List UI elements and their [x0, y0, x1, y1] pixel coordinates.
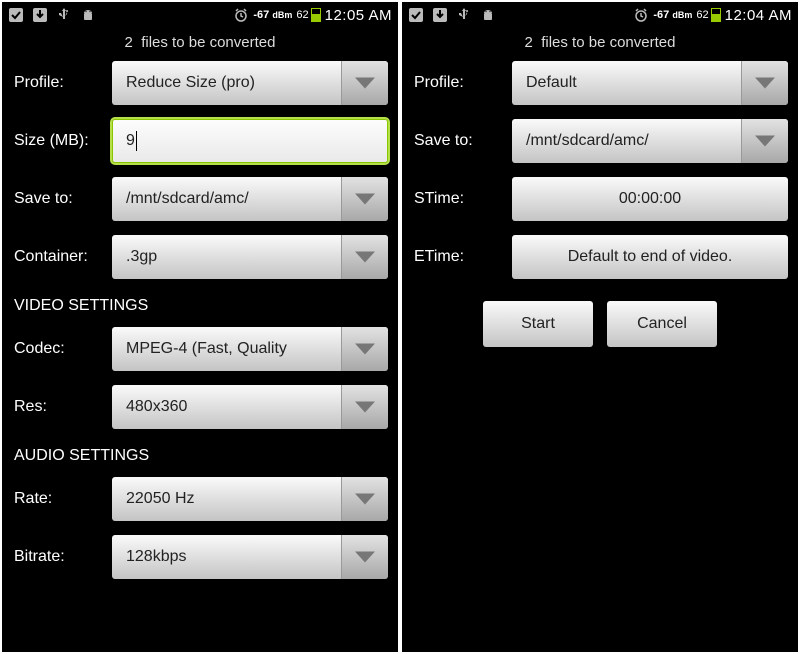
- codec-select[interactable]: MPEG-4 (Fast, Quality: [112, 327, 388, 371]
- check-icon: [408, 7, 424, 23]
- android-icon: [80, 7, 96, 23]
- chevron-down-icon: [355, 402, 375, 413]
- chevron-down-icon: [355, 78, 375, 89]
- profile-label: Profile:: [12, 74, 112, 92]
- audio-settings-header: AUDIO SETTINGS: [12, 443, 388, 477]
- rate-select[interactable]: 22050 Hz: [112, 477, 388, 521]
- file-count-header: 2 files to be converted: [2, 28, 398, 61]
- start-button[interactable]: Start: [483, 301, 593, 347]
- rate-label: Rate:: [12, 490, 112, 508]
- chevron-down-icon: [755, 78, 775, 89]
- size-label: Size (MB):: [12, 132, 112, 150]
- save-to-select[interactable]: /mnt/sdcard/amc/: [112, 177, 388, 221]
- clock: 12:05 AM: [325, 7, 392, 24]
- download-icon: [32, 7, 48, 23]
- etime-label: ETime:: [412, 248, 512, 266]
- res-select[interactable]: 480x360: [112, 385, 388, 429]
- alarm-icon: [633, 7, 649, 23]
- save-to-label: Save to:: [12, 190, 112, 208]
- download-icon: [432, 7, 448, 23]
- bitrate-label: Bitrate:: [12, 548, 112, 566]
- chevron-down-icon: [355, 552, 375, 563]
- left-screen: -67 dBm 62 12:05 AM 2 files to be conver…: [2, 2, 398, 652]
- usb-icon: [56, 7, 72, 23]
- chevron-down-icon: [355, 344, 375, 355]
- android-icon: [480, 7, 496, 23]
- status-bar: -67 dBm 62 12:05 AM: [2, 2, 398, 28]
- profile-select[interactable]: Default: [512, 61, 788, 105]
- save-to-label: Save to:: [412, 132, 512, 150]
- size-input[interactable]: 9: [112, 119, 388, 163]
- chevron-down-icon: [355, 494, 375, 505]
- right-screen: -67 dBm 62 12:04 AM 2 files to be conver…: [402, 2, 798, 652]
- battery-indicator: 62: [696, 8, 720, 22]
- profile-select[interactable]: Reduce Size (pro): [112, 61, 388, 105]
- container-select[interactable]: .3gp: [112, 235, 388, 279]
- alarm-icon: [233, 7, 249, 23]
- save-to-select[interactable]: /mnt/sdcard/amc/: [512, 119, 788, 163]
- video-settings-header: VIDEO SETTINGS: [12, 293, 388, 327]
- clock: 12:04 AM: [725, 7, 792, 24]
- status-bar: -67 dBm 62 12:04 AM: [402, 2, 798, 28]
- file-count-header: 2 files to be converted: [402, 28, 798, 61]
- codec-label: Codec:: [12, 340, 112, 358]
- container-label: Container:: [12, 248, 112, 266]
- check-icon: [8, 7, 24, 23]
- signal-strength: -67 dBm: [253, 9, 292, 21]
- res-label: Res:: [12, 398, 112, 416]
- stime-label: STime:: [412, 190, 512, 208]
- usb-icon: [456, 7, 472, 23]
- signal-strength: -67 dBm: [653, 9, 692, 21]
- chevron-down-icon: [755, 136, 775, 147]
- cancel-button[interactable]: Cancel: [607, 301, 717, 347]
- chevron-down-icon: [355, 252, 375, 263]
- bitrate-select[interactable]: 128kbps: [112, 535, 388, 579]
- stime-button[interactable]: 00:00:00: [512, 177, 788, 221]
- etime-button[interactable]: Default to end of video.: [512, 235, 788, 279]
- battery-indicator: 62: [296, 8, 320, 22]
- profile-label: Profile:: [412, 74, 512, 92]
- chevron-down-icon: [355, 194, 375, 205]
